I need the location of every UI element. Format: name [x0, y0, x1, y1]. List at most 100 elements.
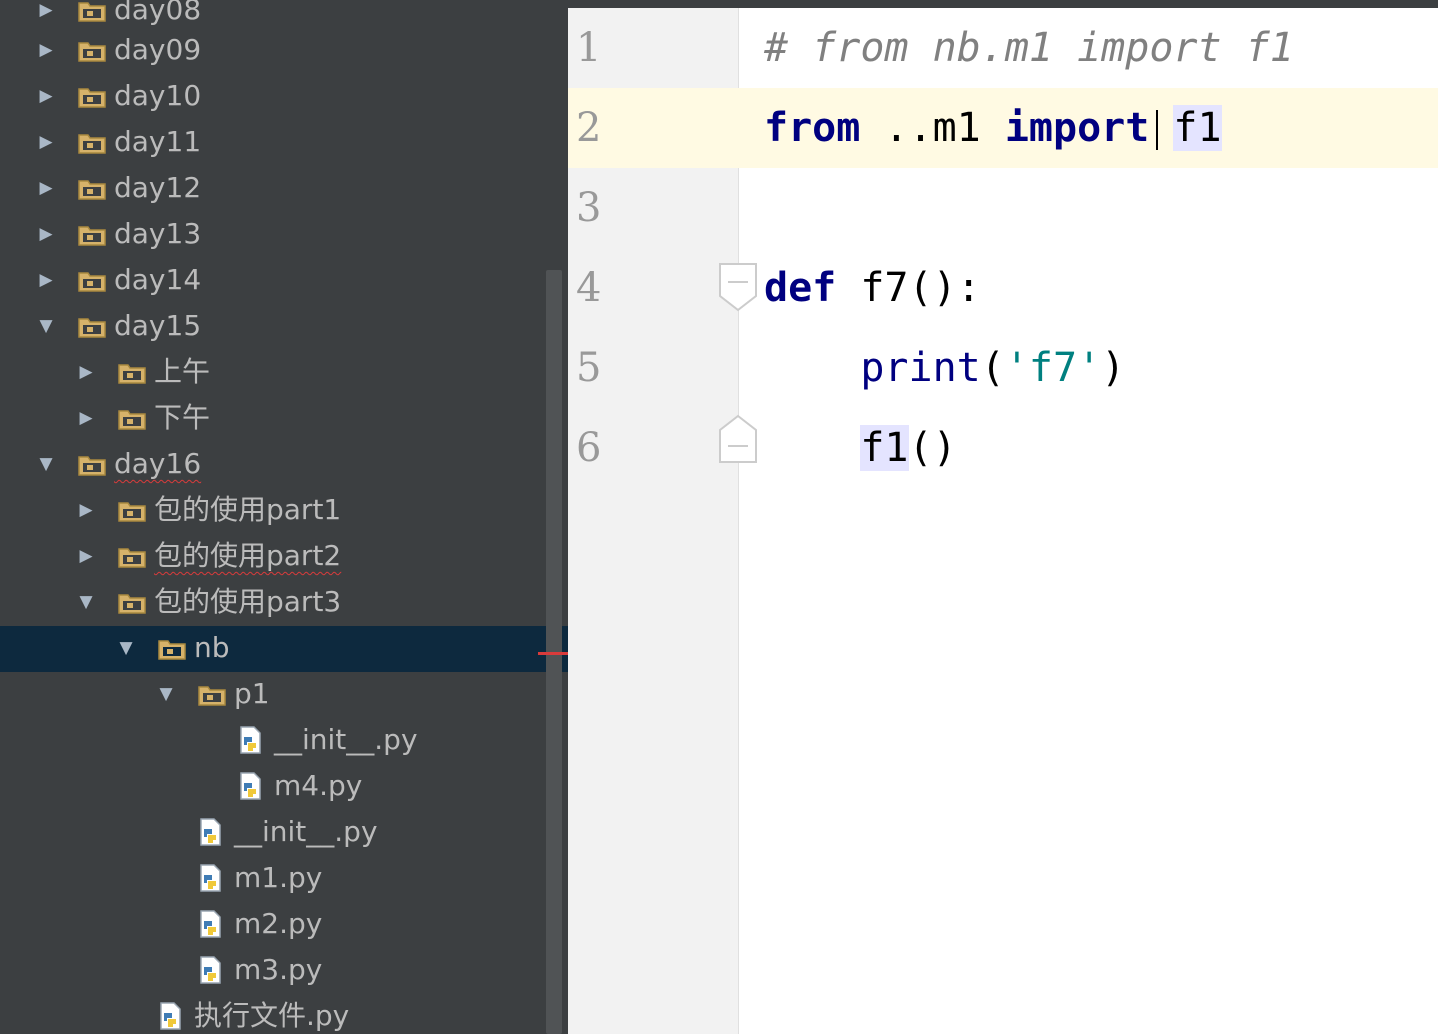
line-number: 4 — [576, 265, 602, 311]
python-file-icon — [198, 910, 228, 938]
tree-item-label: day16 — [114, 447, 202, 480]
line-number: 3 — [576, 185, 602, 231]
tree-item-label: day13 — [114, 217, 202, 250]
folder-icon — [78, 0, 108, 24]
tree-item-day14[interactable]: ▶ day14 — [0, 258, 546, 304]
tree-item-label: day10 — [114, 79, 202, 112]
tree-item-label: day14 — [114, 263, 202, 296]
scroll-position-marker — [538, 652, 568, 655]
folder-icon — [118, 360, 148, 386]
folder-icon — [78, 268, 108, 294]
code-line-2[interactable]: from ..m1 import f1 — [764, 88, 1222, 168]
expand-arrow-icon[interactable]: ▶ — [36, 132, 56, 152]
fold-start-icon[interactable] — [718, 262, 758, 312]
tree-item-m2-py[interactable]: m2.py — [0, 902, 546, 948]
line-number: 2 — [576, 105, 602, 151]
tree-item-exec-file-py[interactable]: 执行文件.py — [0, 994, 546, 1034]
python-file-icon — [238, 772, 268, 800]
expand-arrow-icon[interactable]: ▶ — [36, 224, 56, 244]
tree-item-day09[interactable]: ▶ day09 — [0, 28, 546, 74]
python-file-icon — [198, 864, 228, 892]
python-file-icon — [198, 818, 228, 846]
folder-icon — [78, 38, 108, 64]
folder-icon — [118, 498, 148, 524]
collapse-arrow-icon[interactable]: ▼ — [76, 592, 96, 612]
tree-item-label: m2.py — [234, 907, 323, 940]
expand-arrow-icon[interactable]: ▶ — [36, 178, 56, 198]
tree-item-package-part3[interactable]: ▼ 包的使用part3 — [0, 580, 546, 626]
folder-icon — [78, 452, 108, 478]
tree-item-day10[interactable]: ▶ day10 — [0, 74, 546, 120]
tree-item-afternoon[interactable]: ▶ 下午 — [0, 396, 546, 442]
tree-item-label: 上午 — [154, 355, 211, 388]
text-caret — [1156, 110, 1158, 150]
folder-icon — [118, 544, 148, 570]
expand-arrow-icon[interactable]: ▶ — [76, 546, 96, 566]
collapse-arrow-icon[interactable]: ▼ — [36, 454, 56, 474]
tree-item-label: m3.py — [234, 953, 323, 986]
tree-item-m4-py[interactable]: m4.py — [0, 764, 546, 810]
expand-arrow-icon[interactable]: ▶ — [76, 500, 96, 520]
python-file-icon — [198, 956, 228, 984]
collapse-arrow-icon[interactable]: ▼ — [36, 316, 56, 336]
folder-icon — [118, 406, 148, 432]
tree-item-day12[interactable]: ▶ day12 — [0, 166, 546, 212]
tree-item-package-part2[interactable]: ▶ 包的使用part2 — [0, 534, 546, 580]
tree-item-p1[interactable]: ▼ p1 — [0, 672, 546, 718]
tree-item-label: p1 — [234, 677, 270, 710]
tree-item-p1-init-py[interactable]: __init__.py — [0, 718, 546, 764]
collapse-arrow-icon[interactable]: ▼ — [116, 638, 136, 658]
folder-icon — [78, 314, 108, 340]
tree-item-nb[interactable]: ▼ nb — [0, 626, 568, 672]
expand-arrow-icon[interactable]: ▶ — [36, 270, 56, 290]
code-line-6[interactable]: f1() — [764, 408, 957, 488]
expand-arrow-icon[interactable]: ▶ — [36, 40, 56, 60]
folder-icon — [78, 176, 108, 202]
tree-item-label: day15 — [114, 309, 202, 342]
folder-icon — [78, 222, 108, 248]
tree-item-nb-init-py[interactable]: __init__.py — [0, 810, 546, 856]
tree-item-label: day12 — [114, 171, 202, 204]
code-editor[interactable]: 1 2 3 4 5 6 # from nb.m1 import f1 from … — [568, 0, 1438, 1034]
tree-item-morning[interactable]: ▶ 上午 — [0, 350, 546, 396]
collapse-arrow-icon[interactable]: ▼ — [156, 684, 176, 704]
line-number: 5 — [576, 345, 602, 391]
tree-item-m1-py[interactable]: m1.py — [0, 856, 546, 902]
tree-item-label: 包的使用part3 — [154, 585, 342, 618]
tree-item-day13[interactable]: ▶ day13 — [0, 212, 546, 258]
code-line-4[interactable]: def f7(): — [764, 248, 981, 328]
project-tree[interactable]: ▶ day08 ▶ day09 ▶ day10 ▶ day11 ▶ day12 … — [0, 0, 568, 1034]
tree-item-label: day08 — [114, 0, 202, 26]
tree-item-label: nb — [194, 631, 230, 664]
tree-item-label: day09 — [114, 33, 202, 66]
folder-icon — [118, 590, 148, 616]
fold-end-icon[interactable] — [718, 414, 758, 464]
tree-item-label: day11 — [114, 125, 202, 158]
tree-item-label: 执行文件.py — [194, 999, 350, 1032]
expand-arrow-icon[interactable]: ▶ — [76, 408, 96, 428]
tree-item-label: m1.py — [234, 861, 323, 894]
code-line-5[interactable]: print('f7') — [764, 328, 1125, 408]
line-number: 6 — [576, 425, 602, 471]
tree-item-day11[interactable]: ▶ day11 — [0, 120, 546, 166]
comment-text: # from nb.m1 import f1 — [764, 25, 1294, 71]
tree-item-label: m4.py — [274, 769, 363, 802]
python-file-icon — [238, 726, 268, 754]
tree-item-label: 下午 — [154, 401, 211, 434]
expand-arrow-icon[interactable]: ▶ — [76, 362, 96, 382]
tree-item-label: __init__.py — [234, 815, 378, 848]
tree-item-day16[interactable]: ▼ day16 — [0, 442, 546, 488]
tree-item-label: 包的使用part2 — [154, 539, 342, 572]
tree-item-day15[interactable]: ▼ day15 — [0, 304, 546, 350]
folder-icon — [78, 84, 108, 110]
expand-arrow-icon[interactable]: ▶ — [36, 0, 56, 20]
folder-icon — [198, 682, 228, 708]
line-number: 1 — [576, 25, 602, 71]
tree-item-package-part1[interactable]: ▶ 包的使用part1 — [0, 488, 546, 534]
tree-item-label: 包的使用part1 — [154, 493, 342, 526]
expand-arrow-icon[interactable]: ▶ — [36, 86, 56, 106]
python-file-icon — [158, 1002, 188, 1030]
code-line-1[interactable]: # from nb.m1 import f1 — [764, 8, 1294, 88]
folder-icon — [158, 636, 188, 662]
tree-item-m3-py[interactable]: m3.py — [0, 948, 546, 994]
